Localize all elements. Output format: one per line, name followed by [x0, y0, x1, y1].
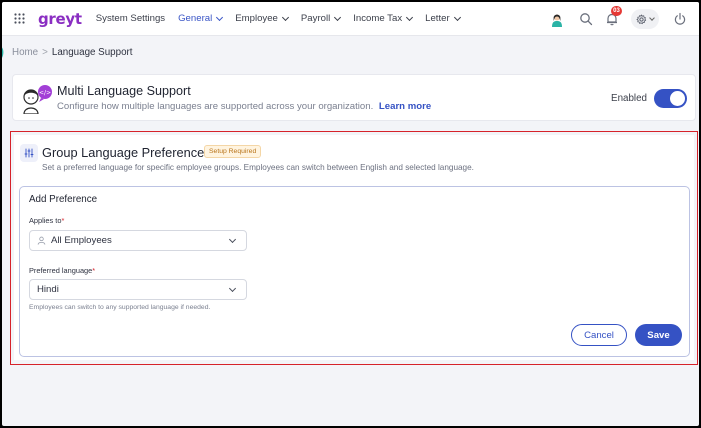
breadcrumb-home-link[interactable]: Home [12, 47, 38, 58]
nav-label: Payroll [300, 13, 331, 24]
svg-text:</>: </> [39, 90, 51, 97]
learn-more-link[interactable]: Learn more [379, 101, 431, 112]
chevron-down-icon [281, 13, 289, 21]
applies-to-label-text: Applies to [29, 216, 62, 225]
greythr-logo[interactable]: greyt [38, 10, 82, 28]
applies-to-select[interactable]: All Employees [29, 230, 247, 251]
breadcrumb: Home > Language Support [12, 47, 133, 58]
nav-label: Letter [425, 13, 450, 24]
multi-language-card: </> Multi Language Support Configure how… [12, 74, 696, 121]
notifications-button[interactable]: 03 [605, 6, 622, 26]
nav-right-actions: 03 [549, 2, 699, 36]
applies-to-value: All Employees [51, 235, 112, 246]
nav-label: General [178, 13, 213, 24]
enabled-status-label: Enabled [611, 93, 647, 104]
nav-system-settings[interactable]: System Settings [96, 13, 165, 24]
nav-label: Income Tax [353, 13, 403, 24]
chevron-down-icon [334, 13, 342, 21]
setup-required-badge: Setup Required [204, 145, 262, 158]
multi-language-subtitle: Configure how multiple languages are sup… [57, 101, 431, 112]
chevron-down-icon [406, 13, 414, 21]
breadcrumb-current: Language Support [51, 47, 133, 58]
chevron-down-icon [649, 14, 655, 21]
notification-count-badge: 03 [611, 6, 622, 16]
group-preferences-subtitle: Set a preferred language for specific em… [42, 163, 474, 172]
cancel-button[interactable]: Cancel [571, 324, 627, 346]
user-avatar[interactable] [549, 11, 565, 27]
settings-menu-button[interactable] [631, 9, 659, 29]
chevron-down-icon [216, 13, 224, 21]
side-leaf-decoration [2, 47, 4, 58]
save-button[interactable]: Save [635, 324, 682, 346]
preferred-language-value: Hindi [37, 284, 59, 295]
preferred-language-select[interactable]: Hindi [29, 279, 247, 300]
preferred-language-label: Preferred language* [29, 266, 95, 275]
apps-grid-icon[interactable] [4, 2, 34, 36]
preferred-language-label-text: Preferred language [29, 266, 93, 275]
add-preference-title: Add Preference [29, 194, 98, 205]
nav-payroll[interactable]: Payroll [300, 13, 342, 24]
multi-language-title: Multi Language Support [57, 84, 191, 98]
nav-label: Employee [235, 13, 278, 24]
add-preference-form: Add Preference Applies to* All Employees… [19, 186, 690, 357]
nav-general[interactable]: General [178, 13, 224, 24]
breadcrumb-separator: > [42, 47, 48, 58]
group-language-preferences-card: Group Language Preferences Setup Require… [14, 135, 694, 360]
gear-icon [636, 14, 647, 24]
language-illustration-icon: </> [23, 85, 52, 114]
nav-employee[interactable]: Employee [235, 13, 289, 24]
nav-label: System Settings [95, 13, 166, 24]
language-hint-text: Employees can switch to any supported la… [29, 304, 211, 311]
top-navigation: greyt System Settings General Employee P… [2, 2, 699, 36]
power-icon[interactable] [673, 12, 687, 26]
chevron-down-icon [453, 13, 461, 21]
user-group-icon [37, 236, 46, 245]
multi-language-description: Configure how multiple languages are sup… [57, 101, 374, 112]
chevron-down-icon [228, 284, 237, 293]
toggle-knob [670, 91, 685, 106]
multi-language-toggle[interactable] [654, 89, 687, 108]
group-preferences-title: Group Language Preferences [42, 145, 211, 160]
sliders-icon [20, 144, 38, 162]
applies-to-label: Applies to* [29, 216, 64, 225]
nav-letter[interactable]: Letter [425, 13, 461, 24]
required-asterisk: * [61, 216, 65, 225]
required-asterisk: * [92, 266, 96, 275]
chevron-down-icon [228, 235, 237, 244]
nav-income-tax[interactable]: Income Tax [353, 13, 414, 24]
app-window: greyt System Settings General Employee P… [2, 2, 699, 426]
search-icon[interactable] [579, 12, 593, 26]
